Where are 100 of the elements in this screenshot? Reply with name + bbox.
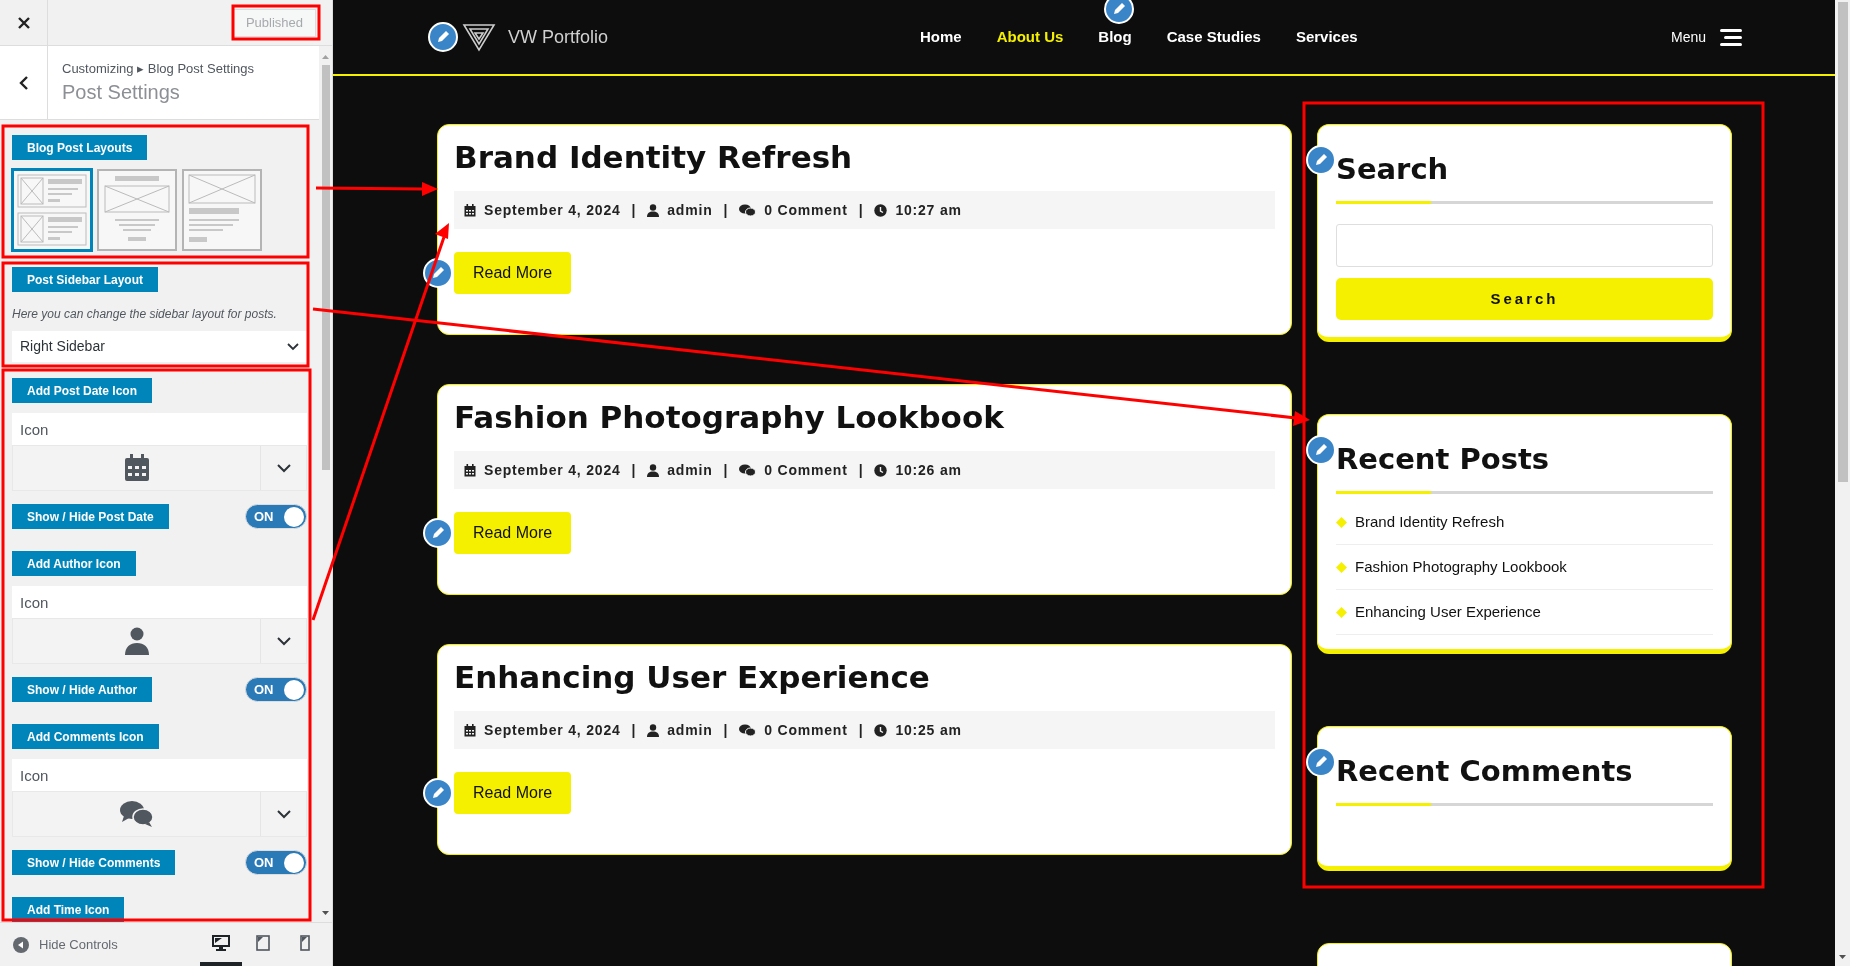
icon-dropdown[interactable] [12, 618, 307, 664]
clock-icon [874, 463, 888, 477]
read-more-button[interactable]: Read More [454, 252, 572, 294]
post-date: September 4, 2024 [484, 200, 621, 220]
meta-separator: | [630, 200, 638, 220]
post-author: admin [667, 720, 713, 740]
read-more-button[interactable]: Read More [454, 512, 572, 554]
post-comments: 0 Comment [764, 720, 848, 740]
scroll-down-icon[interactable] [1838, 952, 1847, 962]
menu-icon [1720, 28, 1742, 46]
user-icon [123, 627, 150, 655]
panel-title: Post Settings [62, 80, 181, 106]
edit-icon[interactable] [423, 518, 453, 548]
toggle-switch[interactable]: ON [245, 850, 307, 875]
search-field[interactable] [1336, 224, 1713, 267]
tablet-icon [256, 934, 270, 951]
layout-thumbnail[interactable] [97, 169, 177, 251]
post-title[interactable]: Enhancing User Experience [454, 657, 1275, 697]
scrollbar-thumb[interactable] [1837, 2, 1848, 482]
layout-thumbnail[interactable] [182, 169, 262, 251]
post-time: 10:25 am [895, 720, 962, 740]
post-author: admin [667, 200, 713, 220]
edit-icon[interactable] [423, 258, 453, 288]
meta-separator: | [857, 720, 865, 740]
icon-dropdown[interactable] [12, 445, 307, 491]
nav-link[interactable]: Blog [1098, 28, 1132, 45]
chevron-down-icon [287, 342, 299, 351]
post-date: September 4, 2024 [484, 460, 621, 480]
site-logo-text[interactable]: VW Portfolio [508, 23, 609, 51]
calendar-icon [464, 203, 476, 217]
toggle-switch[interactable]: ON [245, 677, 307, 702]
user-icon [647, 463, 660, 477]
section-label: Add Post Date Icon [12, 378, 152, 403]
nav-link[interactable]: Case Studies [1166, 28, 1261, 45]
mobile-icon [300, 934, 310, 951]
post-comments: 0 Comment [764, 200, 848, 220]
scrollbar-thumb[interactable] [321, 65, 330, 470]
nav-link[interactable]: About Us [996, 28, 1064, 45]
toggle-label: Show / Hide Author [12, 677, 153, 702]
chevron-down-icon[interactable] [276, 463, 291, 473]
section-label: Add Author Icon [12, 551, 136, 576]
meta-separator: | [722, 720, 730, 740]
nav-link[interactable]: Services [1295, 28, 1358, 45]
post-date: September 4, 2024 [484, 720, 621, 740]
widget-title: Recent Posts [1336, 441, 1551, 478]
meta-separator: | [857, 460, 865, 480]
sidebar-select[interactable]: Right Sidebar [12, 331, 307, 362]
icon-search-field[interactable]: Icon [12, 586, 307, 618]
post-comments: 0 Comment [764, 460, 848, 480]
post-author: admin [667, 460, 713, 480]
breadcrumb: Customizing ▸ Blog Post Settings [62, 59, 254, 78]
close-icon[interactable] [16, 15, 31, 30]
calendar-icon [464, 463, 476, 477]
section-label: Post Sidebar Layout [12, 267, 159, 292]
calendar-icon [464, 723, 476, 737]
read-more-button[interactable]: Read More [454, 772, 572, 814]
icon-dropdown[interactable] [12, 791, 307, 837]
toggle-label: Show / Hide Post Date [12, 504, 169, 529]
edit-icon[interactable] [428, 22, 458, 52]
section-label: Blog Post Layouts [12, 135, 148, 160]
bullet-icon [1336, 561, 1347, 573]
edit-icon[interactable] [1306, 435, 1336, 465]
comments-icon [739, 463, 757, 477]
meta-separator: | [630, 720, 638, 740]
icon-search-field[interactable]: Icon [12, 413, 307, 445]
comments-icon [739, 723, 757, 737]
widget-title: Search [1336, 151, 1450, 188]
meta-separator: | [722, 200, 730, 220]
chevron-down-icon[interactable] [276, 636, 291, 646]
toggle-switch[interactable]: ON [245, 504, 307, 529]
recent-post-link[interactable]: Brand Identity Refresh [1355, 510, 1505, 534]
meta-separator: | [857, 200, 865, 220]
scroll-down-icon[interactable] [321, 908, 330, 918]
collapse-icon [13, 936, 29, 953]
edit-icon[interactable] [1104, 0, 1135, 24]
clock-icon [874, 203, 888, 217]
hide-controls-button[interactable]: Hide Controls [13, 934, 118, 955]
user-icon [647, 723, 660, 737]
recent-post-link[interactable]: Fashion Photography Lookbook [1355, 555, 1567, 579]
chevron-down-icon[interactable] [276, 809, 291, 819]
section-label: Add Comments Icon [12, 724, 159, 749]
post-time: 10:26 am [895, 460, 962, 480]
icon-search-field[interactable]: Icon [12, 759, 307, 791]
edit-icon[interactable] [1306, 747, 1336, 777]
post-title[interactable]: Fashion Photography Lookbook [454, 397, 1275, 437]
user-icon [647, 203, 660, 217]
logo-icon[interactable] [462, 22, 496, 52]
layout-thumbnail[interactable] [12, 169, 92, 251]
edit-icon[interactable] [423, 778, 453, 808]
calendar-icon [123, 454, 150, 482]
back-icon[interactable] [18, 74, 29, 91]
recent-post-link[interactable]: Enhancing User Experience [1355, 600, 1541, 624]
bullet-icon [1336, 606, 1347, 618]
nav-link[interactable]: Home [920, 28, 962, 45]
edit-icon[interactable] [1306, 145, 1336, 175]
search-button[interactable]: Search [1336, 278, 1713, 320]
menu-button[interactable]: Menu [1670, 26, 1742, 48]
post-title[interactable]: Brand Identity Refresh [454, 137, 1275, 177]
post-time: 10:27 am [895, 200, 962, 220]
comments-icon [739, 203, 757, 217]
